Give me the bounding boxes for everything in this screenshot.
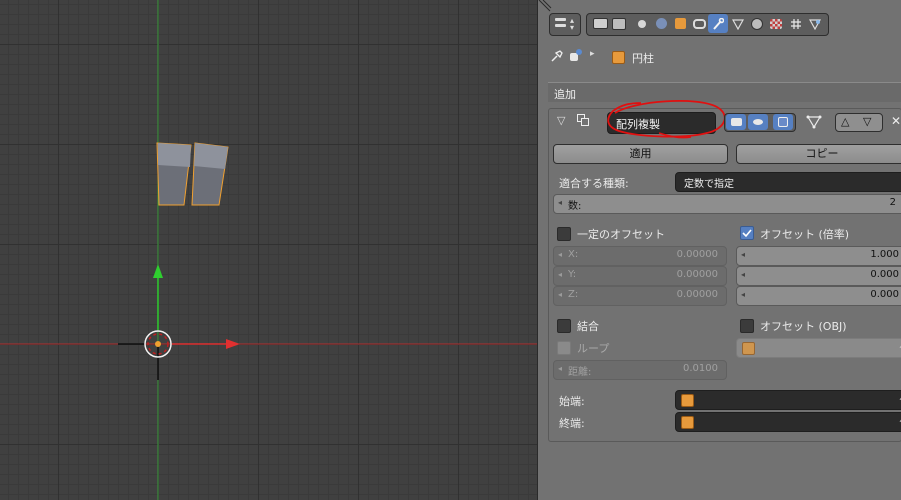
- checkmark-icon: [742, 229, 752, 238]
- cylinder-object-2[interactable]: [191, 142, 229, 206]
- mesh-cube-icon: [681, 416, 694, 429]
- y-arrow-icon: [153, 264, 163, 278]
- array-modifier-panel: ▽ 配列複製 △ ▽ ✕ 適用 コピー 適合する種類: 定数で指定 ◂ 数: 2…: [548, 100, 901, 442]
- array-modifier-type-icon: [577, 114, 590, 126]
- decrement-arrow-icon[interactable]: ◂: [558, 198, 562, 207]
- editmode-toggle-icon[interactable]: [773, 114, 793, 130]
- render-layers-tab-icon[interactable]: [609, 14, 629, 33]
- decrement-arrow-icon[interactable]: ◂: [741, 250, 745, 259]
- transform-gizmo[interactable]: [118, 264, 240, 380]
- count-field[interactable]: ◂ 数: 2: [553, 194, 901, 214]
- apply-button[interactable]: 適用: [553, 144, 728, 164]
- copy-button[interactable]: コピー: [736, 144, 901, 164]
- fit-type-value: 定数で指定: [684, 179, 734, 190]
- count-value: 2: [889, 197, 896, 208]
- count-label: 数:: [568, 201, 582, 212]
- merge-distance-field[interactable]: ◂ 距離: 0.0100: [553, 360, 727, 380]
- object-name: 円柱: [632, 52, 654, 65]
- render-tab-icon[interactable]: [590, 14, 610, 33]
- constant-offset-x-field[interactable]: ◂ X: 0.00000: [553, 246, 727, 266]
- constraints-tab-icon[interactable]: [689, 14, 709, 33]
- viewport-overlay: [0, 0, 537, 500]
- constant-offset-y-field[interactable]: ◂ Y: 0.00000: [553, 266, 727, 286]
- object-origin-dot: [155, 341, 161, 347]
- decrement-arrow-icon[interactable]: ◂: [558, 270, 562, 279]
- mesh-cube-icon: [612, 51, 625, 64]
- constant-offset-checkbox[interactable]: [557, 227, 571, 241]
- properties-editor: ▴ ▾ ▸ 円柱 追加 ▽ 配列複製 △ ▽ ✕ 適用 コピー 適合する種類: …: [537, 0, 901, 500]
- end-cap-object-field[interactable]: ⁄: [675, 412, 901, 432]
- fit-type-dropdown[interactable]: 定数で指定: [675, 172, 901, 192]
- start-cap-label: 始端:: [559, 395, 585, 408]
- decrement-arrow-icon[interactable]: ◂: [558, 250, 562, 259]
- modifiers-wrench-tab-icon[interactable]: [708, 14, 728, 33]
- pin-icon[interactable]: [550, 49, 564, 63]
- world-tab-icon[interactable]: [651, 14, 671, 33]
- scene-tab-icon[interactable]: [632, 14, 652, 33]
- add-modifier-label: 追加: [554, 88, 576, 101]
- object-offset-checkbox[interactable]: [740, 319, 754, 333]
- constant-offset-z-field[interactable]: ◂ Z: 0.00000: [553, 286, 727, 306]
- decrement-arrow-icon[interactable]: ◂: [558, 290, 562, 299]
- object-offset-label: オフセット (OBJ): [760, 320, 847, 333]
- constant-offset-label: 一定のオフセット: [577, 228, 665, 241]
- render-toggle-icon[interactable]: [726, 114, 746, 130]
- relative-offset-checkbox[interactable]: [740, 226, 754, 240]
- loop-label: ループ: [577, 342, 610, 355]
- on-cage-icon[interactable]: [806, 115, 822, 129]
- relative-offset-label: オフセット (倍率): [760, 228, 850, 241]
- remove-modifier-icon[interactable]: ✕: [891, 114, 901, 128]
- relative-offset-z-field[interactable]: ◂ 0.000: [736, 286, 901, 306]
- realtime-eye-icon[interactable]: [748, 114, 768, 130]
- decrement-arrow-icon[interactable]: ◂: [741, 270, 745, 279]
- particles-tab-icon[interactable]: [786, 14, 806, 33]
- mesh-data-tab-icon[interactable]: [728, 14, 748, 33]
- object-tab-icon[interactable]: [670, 14, 690, 33]
- physics-tab-icon[interactable]: [805, 14, 825, 33]
- annotation-circle: [607, 100, 726, 139]
- material-tab-icon[interactable]: [747, 14, 767, 33]
- mesh-cube-icon: [681, 394, 694, 407]
- x-arrow-icon: [226, 339, 240, 349]
- properties-tab-bar: ▴ ▾: [538, 10, 901, 37]
- fit-type-label: 適合する種類:: [559, 177, 629, 190]
- start-cap-object-field[interactable]: ⁄: [675, 390, 901, 410]
- relative-offset-y-field[interactable]: ◂ 0.000: [736, 266, 901, 286]
- texture-tab-icon[interactable]: [766, 14, 786, 33]
- breadcrumb-arrow-icon: ▸: [590, 49, 595, 59]
- collapse-arrow-icon[interactable]: ▽: [557, 114, 565, 127]
- merge-label: 結合: [577, 320, 599, 333]
- move-down-icon[interactable]: ▽: [863, 115, 871, 128]
- 3d-viewport[interactable]: [0, 0, 537, 500]
- merge-checkbox[interactable]: [557, 319, 571, 333]
- loop-checkbox[interactable]: [557, 341, 571, 355]
- offset-object-field[interactable]: ⁄: [736, 338, 901, 358]
- decrement-arrow-icon[interactable]: ◂: [558, 364, 562, 373]
- scene-context-icon: [570, 49, 584, 63]
- end-cap-label: 終端:: [559, 417, 585, 430]
- decrement-arrow-icon[interactable]: ◂: [741, 290, 745, 299]
- context-breadcrumb: ▸ 円柱: [538, 44, 901, 70]
- cylinder-object-1[interactable]: [156, 142, 192, 206]
- relative-offset-x-field[interactable]: ◂ 1.000: [736, 246, 901, 266]
- move-up-icon[interactable]: △: [841, 115, 849, 128]
- editor-type-dropdown[interactable]: ▴ ▾: [549, 13, 581, 36]
- mesh-cube-icon: [742, 342, 755, 355]
